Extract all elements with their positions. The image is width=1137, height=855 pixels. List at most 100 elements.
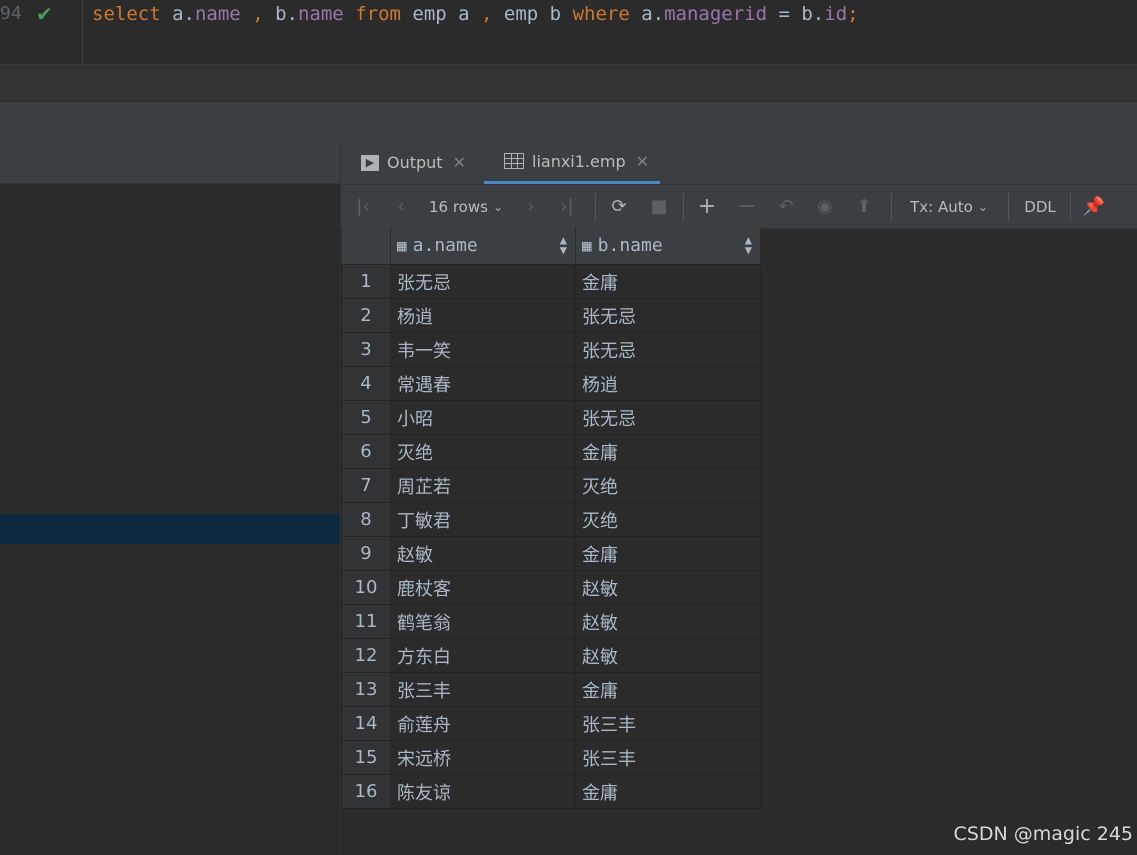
table-cell[interactable]: 金庸 <box>575 434 761 469</box>
pin-icon[interactable]: 📌 <box>1082 185 1106 228</box>
table-cell[interactable]: 韦一笑 <box>390 332 576 367</box>
table-row[interactable]: 14 俞莲舟 张三丰 <box>341 706 761 741</box>
table-row[interactable]: 11 鹤笔翁 赵敏 <box>341 604 761 639</box>
table-cell[interactable]: 方东白 <box>390 638 576 673</box>
revert-icon[interactable]: ↶ <box>774 185 798 228</box>
table-cell[interactable]: 常遇春 <box>390 366 576 401</box>
table-cell[interactable]: 张三丰 <box>390 672 576 707</box>
column-icon: ▦ <box>582 236 592 255</box>
table-cell[interactable]: 灭绝 <box>575 468 761 503</box>
table-row[interactable]: 16 陈友谅 金庸 <box>341 774 761 809</box>
row-number: 4 <box>341 366 391 401</box>
row-number: 5 <box>341 400 391 435</box>
row-number: 7 <box>341 468 391 503</box>
close-icon[interactable]: ✕ <box>636 152 649 171</box>
table-row[interactable]: 7 周芷若 灭绝 <box>341 468 761 503</box>
table-cell[interactable]: 赵敏 <box>575 638 761 673</box>
table-row[interactable]: 10 鹿杖客 赵敏 <box>341 570 761 605</box>
separator <box>891 193 892 221</box>
code-token: emp b <box>492 3 573 25</box>
table-row[interactable]: 2 杨逍 张无忌 <box>341 298 761 333</box>
delete-row-icon[interactable]: − <box>735 185 759 228</box>
table-cell[interactable]: 张无忌 <box>575 400 761 435</box>
table-icon <box>504 153 524 169</box>
tab-output[interactable]: ▶ Output ✕ <box>361 141 466 184</box>
previous-page-icon[interactable]: ‹ <box>389 185 413 228</box>
column-header[interactable]: ▦ a.name ▲ ▼ <box>390 227 576 265</box>
services-tree-panel <box>0 141 341 855</box>
table-cell[interactable]: 宋远桥 <box>390 740 576 775</box>
results-toolbar: |‹ ‹ 16 rows ⌄ › ›| ⟳ ■ + − ↶ ◉ ⬆ Tx: Au… <box>341 185 1137 229</box>
table-cell[interactable]: 杨逍 <box>390 298 576 333</box>
table-row[interactable]: 13 张三丰 金庸 <box>341 672 761 707</box>
table-cell[interactable]: 丁敏君 <box>390 502 576 537</box>
sort-icon[interactable]: ▲ ▼ <box>560 234 567 256</box>
table-row[interactable]: 12 方东白 赵敏 <box>341 638 761 673</box>
rows-count-dropdown[interactable]: 16 rows ⌄ <box>425 185 507 228</box>
sql-editor[interactable]: 94 ✔ select a.name , b.name from emp a ,… <box>0 0 1137 64</box>
last-page-icon[interactable]: ›| <box>555 185 579 228</box>
selected-tree-node[interactable] <box>0 514 340 544</box>
code-token: from <box>355 3 401 25</box>
table-row[interactable]: 5 小昭 张无忌 <box>341 400 761 435</box>
table-cell[interactable]: 赵敏 <box>575 570 761 605</box>
next-page-icon[interactable]: › <box>519 185 543 228</box>
editor-gutter: 94 ✔ <box>0 0 83 64</box>
table-row[interactable]: 8 丁敏君 灭绝 <box>341 502 761 537</box>
table-row[interactable]: 1 张无忌 金庸 <box>341 264 761 299</box>
table-cell[interactable]: 小昭 <box>390 400 576 435</box>
table-row[interactable]: 3 韦一笑 张无忌 <box>341 332 761 367</box>
close-icon[interactable]: ✕ <box>453 153 466 172</box>
table-cell[interactable]: 张三丰 <box>575 740 761 775</box>
code-token: , <box>481 3 493 25</box>
code-token: = b. <box>767 3 825 25</box>
results-panel: ▶ Output ✕ lianxi1.emp ✕ |‹ ‹ 16 rows ⌄ … <box>341 141 1137 855</box>
table-cell[interactable]: 周芷若 <box>390 468 576 503</box>
table-cell[interactable]: 鹿杖客 <box>390 570 576 605</box>
table-cell[interactable]: 张三丰 <box>575 706 761 741</box>
column-icon: ▦ <box>397 236 407 255</box>
table-cell[interactable]: 金庸 <box>575 264 761 299</box>
sql-code-line[interactable]: select a.name , b.name from emp a , emp … <box>92 3 859 25</box>
refresh-icon[interactable]: ⟳ <box>607 185 631 228</box>
line-number: 94 <box>0 3 22 24</box>
table-cell[interactable]: 金庸 <box>575 672 761 707</box>
table-row[interactable]: 9 赵敏 金庸 <box>341 536 761 571</box>
table-cell[interactable]: 金庸 <box>575 536 761 571</box>
tx-mode-dropdown[interactable]: Tx: Auto ⌄ <box>907 185 991 228</box>
table-cell[interactable]: 杨逍 <box>575 366 761 401</box>
first-page-icon[interactable]: |‹ <box>351 185 375 228</box>
separator <box>683 193 684 221</box>
stop-icon[interactable]: ■ <box>647 185 671 228</box>
table-cell[interactable]: 灭绝 <box>575 502 761 537</box>
table-row[interactable]: 4 常遇春 杨逍 <box>341 366 761 401</box>
table-cell[interactable]: 鹤笔翁 <box>390 604 576 639</box>
ddl-button[interactable]: DDL <box>1020 185 1060 228</box>
submit-icon[interactable]: ⬆ <box>852 185 876 228</box>
row-number: 14 <box>341 706 391 741</box>
table-cell[interactable]: 赵敏 <box>575 604 761 639</box>
chevron-down-icon: ⌄ <box>492 199 503 214</box>
preview-changes-icon[interactable]: ◉ <box>813 185 837 228</box>
code-token: name <box>194 3 241 25</box>
code-token: ; <box>847 3 859 25</box>
results-tabbar: ▶ Output ✕ lianxi1.emp ✕ <box>341 141 1137 185</box>
table-cell[interactable]: 赵敏 <box>390 536 576 571</box>
table-row[interactable]: 6 灭绝 金庸 <box>341 434 761 469</box>
add-row-icon[interactable]: + <box>695 185 719 228</box>
table-cell[interactable]: 金庸 <box>575 774 761 809</box>
table-row[interactable]: 15 宋远桥 张三丰 <box>341 740 761 775</box>
table-cell[interactable]: 俞莲舟 <box>390 706 576 741</box>
table-cell[interactable]: 陈友谅 <box>390 774 576 809</box>
sort-icon[interactable]: ▲ ▼ <box>745 234 752 256</box>
code-token: , <box>252 3 264 25</box>
table-cell[interactable]: 张无忌 <box>390 264 576 299</box>
code-token: id <box>824 3 848 25</box>
tab-result[interactable]: lianxi1.emp ✕ <box>484 141 660 184</box>
table-cell[interactable]: 灭绝 <box>390 434 576 469</box>
column-header[interactable]: ▦ b.name ▲ ▼ <box>575 227 761 265</box>
table-cell[interactable]: 张无忌 <box>575 332 761 367</box>
table-cell[interactable]: 张无忌 <box>575 298 761 333</box>
row-number: 9 <box>341 536 391 571</box>
row-number: 8 <box>341 502 391 537</box>
